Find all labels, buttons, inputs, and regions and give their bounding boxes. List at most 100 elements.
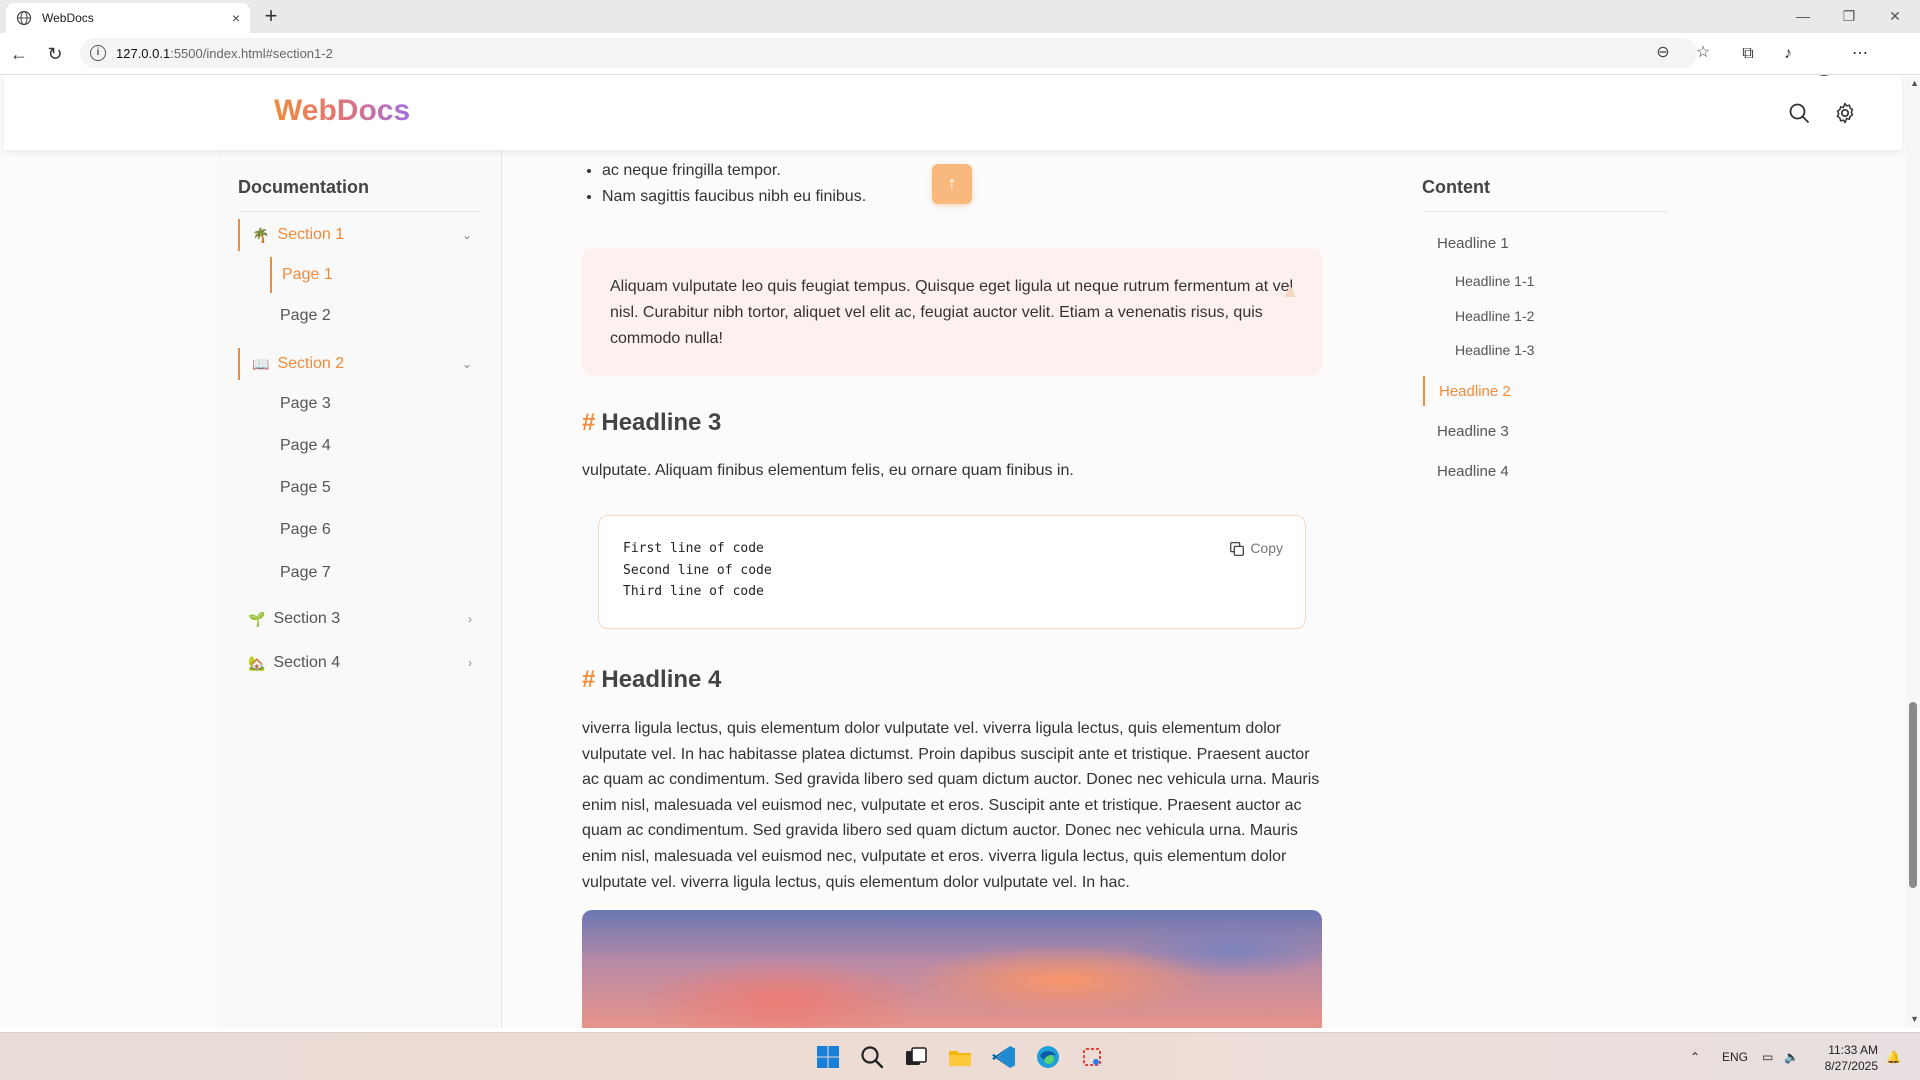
warning-icon: ▲: [1280, 280, 1300, 302]
back-to-top-button[interactable]: ↑: [932, 164, 972, 204]
browser-tab-strip: WebDocs × + — ❐ ✕: [0, 0, 1920, 33]
main-content: ac neque fringilla tempor. Nam sagittis …: [582, 76, 1322, 1028]
reading-mode-icon[interactable]: ⊖: [1648, 38, 1678, 68]
code-line: First line of code: [623, 541, 764, 556]
sidebar-page-2[interactable]: Page 2: [270, 298, 331, 334]
clock-time: 11:33 AM: [1828, 1043, 1878, 1057]
file-explorer-icon[interactable]: [946, 1043, 974, 1071]
headline-4-text: Headline 4: [601, 666, 722, 693]
gear-icon[interactable]: [1833, 101, 1857, 125]
search-icon[interactable]: [1787, 101, 1811, 125]
scroll-up-icon[interactable]: ▲: [1910, 78, 1919, 88]
list-item: ac neque fringilla tempor.: [602, 158, 866, 184]
headline-3-text: Headline 3: [601, 409, 722, 436]
edge-browser-icon[interactable]: [1034, 1043, 1062, 1071]
toc-item-headline-1-3[interactable]: Headline 1-3: [1455, 335, 1534, 365]
house-icon: 🏡: [248, 654, 266, 671]
sidebar-page-3[interactable]: Page 3: [270, 386, 331, 422]
headline-4: # Headline 4: [582, 666, 721, 694]
copy-label: Copy: [1250, 540, 1283, 556]
sidebar-section-3[interactable]: 🌱 Section 3 ›: [238, 603, 482, 635]
list-item: Nam sagittis faucibus nibh eu finibus.: [602, 184, 866, 210]
site-logo[interactable]: WebDocs: [274, 94, 410, 128]
toc-item-headline-2[interactable]: Headline 2: [1423, 376, 1511, 406]
toc-item-headline-1-1[interactable]: Headline 1-1: [1455, 266, 1534, 296]
bullet-list: ac neque fringilla tempor. Nam sagittis …: [602, 158, 866, 210]
code-block: First line of code Second line of code T…: [598, 515, 1306, 629]
sidebar-page-5[interactable]: Page 5: [270, 470, 331, 506]
address-bar[interactable]: i 127.0.0.1:5500/index.html#section1-2: [80, 38, 1697, 68]
browser-toolbar: ← ↻ i 127.0.0.1:5500/index.html#section1…: [0, 33, 1920, 99]
sidebar-section-1[interactable]: 🌴 Section 1 ⌄: [238, 219, 482, 251]
minimize-icon[interactable]: —: [1780, 0, 1826, 33]
scroll-down-icon[interactable]: ▼: [1910, 1014, 1919, 1024]
sidebar-section-label: Section 2: [277, 355, 345, 372]
browser-tab[interactable]: WebDocs ×: [6, 3, 250, 33]
scrollbar-thumb[interactable]: [1909, 702, 1917, 888]
toc-item-headline-1[interactable]: Headline 1: [1437, 228, 1509, 258]
sidebar-page-4[interactable]: Page 4: [270, 428, 331, 464]
toc-item-headline-3[interactable]: Headline 3: [1437, 416, 1509, 446]
copy-button[interactable]: Copy: [1230, 538, 1283, 560]
windows-start-icon[interactable]: [814, 1043, 842, 1071]
docs-sidebar: Documentation 🌴 Section 1 ⌄ Page 1 Page …: [218, 76, 502, 1028]
sidebar-title: Documentation: [238, 177, 370, 197]
search-icon[interactable]: [858, 1043, 886, 1071]
toc-item-headline-1-2[interactable]: Headline 1-2: [1455, 301, 1534, 331]
globe-icon: [16, 10, 32, 26]
anchor-hash-icon[interactable]: #: [582, 666, 595, 693]
sidebar-section-4[interactable]: 🏡 Section 4 ›: [238, 647, 482, 679]
chevron-down-icon[interactable]: ⌄: [462, 357, 472, 371]
tab-close-icon[interactable]: ×: [232, 10, 240, 26]
sidebar-page-1[interactable]: Page 1: [270, 257, 333, 293]
table-of-contents: Content Headline 1 Headline 1-1 Headline…: [1422, 76, 1672, 1028]
browser-essentials-icon[interactable]: ♪: [1776, 42, 1800, 66]
notification-bell-icon[interactable]: 🔔: [1886, 1033, 1901, 1080]
sidebar-page-7[interactable]: Page 7: [270, 555, 331, 591]
page-scrollbar[interactable]: ▲ ▼: [1906, 76, 1920, 1028]
back-icon[interactable]: ←: [6, 41, 32, 67]
restore-icon[interactable]: ❐: [1826, 0, 1872, 33]
callout-text: Aliquam vulputate leo quis feugiat tempu…: [610, 278, 1294, 347]
sidebar-page-6[interactable]: Page 6: [270, 512, 331, 548]
sidebar-section-label: Section 3: [273, 610, 341, 627]
headline-3-paragraph: vulputate. Aliquam finibus elementum fel…: [582, 462, 1074, 479]
sidebar-section-2[interactable]: 📖 Section 2 ⌄: [238, 348, 482, 380]
task-view-icon[interactable]: [902, 1043, 930, 1071]
anchor-hash-icon[interactable]: #: [582, 409, 595, 436]
chevron-right-icon[interactable]: ›: [468, 612, 472, 626]
extensions-icon[interactable]: ⧉: [1736, 42, 1760, 66]
divider: [1422, 211, 1668, 212]
page-viewport: Documentation 🌴 Section 1 ⌄ Page 1 Page …: [0, 76, 1920, 1028]
vscode-icon[interactable]: [990, 1043, 1018, 1071]
new-tab-button[interactable]: +: [258, 4, 284, 30]
site-info-icon[interactable]: i: [90, 45, 106, 61]
book-icon: 📖: [252, 355, 270, 372]
chevron-down-icon[interactable]: ⌄: [462, 228, 472, 242]
volume-icon[interactable]: 🔈: [1784, 1033, 1799, 1080]
favorite-star-icon[interactable]: ☆: [1688, 38, 1718, 68]
system-clock[interactable]: 11:33 AM 8/27/2025: [1808, 1042, 1878, 1074]
code-line: Third line of code: [623, 584, 764, 599]
language-indicator[interactable]: ENG: [1722, 1033, 1748, 1080]
show-hidden-icons[interactable]: ⌃: [1690, 1033, 1700, 1080]
seedling-icon: 🌱: [248, 610, 266, 627]
copy-icon: [1230, 541, 1245, 556]
toc-title: Content: [1422, 177, 1490, 197]
sidebar-section-label: Section 1: [277, 226, 345, 243]
windows-taskbar: ⌃ ENG ▭ 🔈 11:33 AM 8/27/2025 🔔: [0, 1032, 1920, 1080]
divider: [238, 211, 482, 212]
palm-tree-icon: 🌴: [252, 226, 270, 243]
snipping-tool-icon[interactable]: [1078, 1043, 1106, 1071]
more-menu-icon[interactable]: ⋯: [1848, 42, 1872, 66]
site-header: WebDocs: [4, 76, 1902, 150]
code-line: Second line of code: [623, 562, 772, 578]
chevron-right-icon[interactable]: ›: [468, 656, 472, 670]
close-window-icon[interactable]: ✕: [1872, 0, 1918, 33]
sunset-sky-image: [582, 910, 1322, 1028]
callout-box: Aliquam vulputate leo quis feugiat tempu…: [582, 248, 1322, 376]
toc-item-headline-4[interactable]: Headline 4: [1437, 456, 1509, 486]
reload-icon[interactable]: ↻: [42, 41, 68, 67]
url-path: :5500/index.html#section1-2: [170, 45, 333, 61]
network-icon[interactable]: ▭: [1762, 1033, 1773, 1080]
